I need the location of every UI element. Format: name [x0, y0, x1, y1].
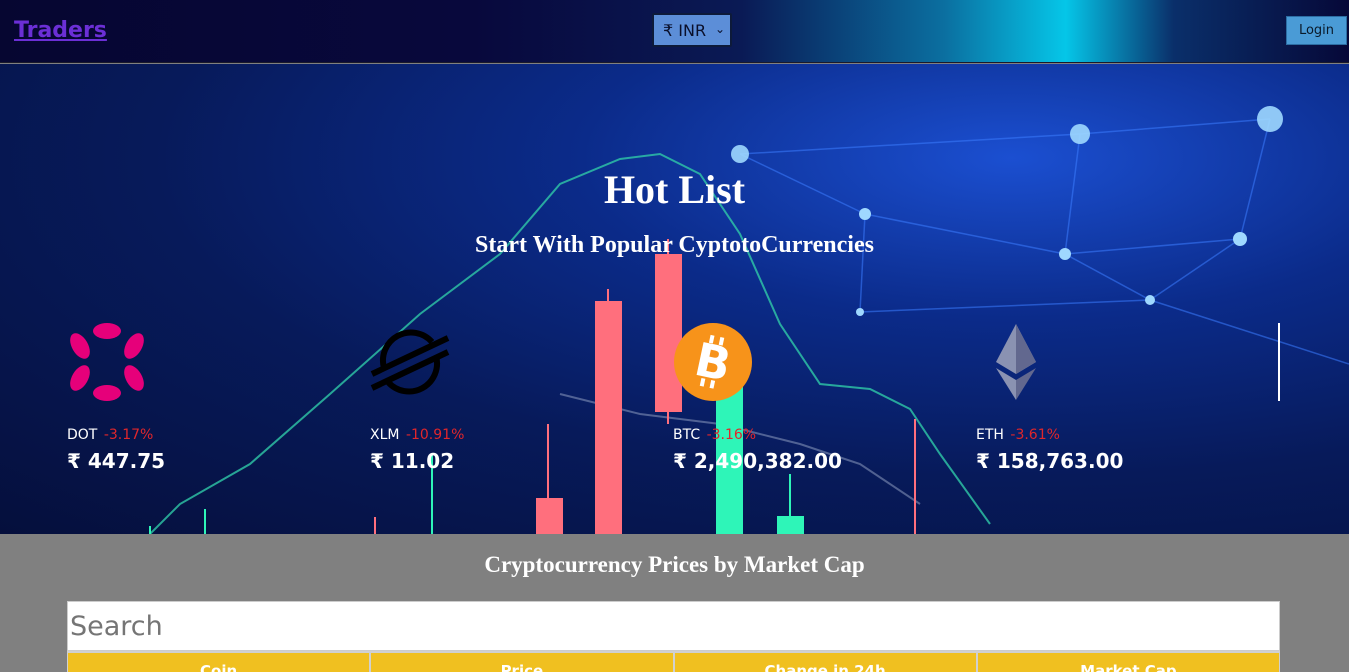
column-header-change[interactable]: Change in 24h [673, 651, 977, 672]
carousel-divider [1278, 323, 1280, 401]
hero-banner: Hot List Start With Popular CyptotoCurre… [0, 64, 1349, 534]
coin-change: -3.17% [103, 427, 154, 443]
bitcoin-icon: B [674, 323, 752, 401]
polkadot-icon [70, 323, 144, 401]
coin-symbol-line: ETH -3.61% [976, 427, 1256, 443]
column-header-price[interactable]: Price [370, 651, 674, 672]
coin-symbol-line: XLM -10.91% [370, 427, 650, 443]
chevron-down-icon: ⌄ [714, 22, 725, 36]
login-button[interactable]: Login [1286, 16, 1347, 45]
column-header-market-cap[interactable]: Market Cap [976, 651, 1280, 672]
currency-select-value: ₹ INR [663, 20, 707, 40]
market-section-title: Cryptocurrency Prices by Market Cap [484, 552, 865, 577]
coin-price: ₹ 158,763.00 [976, 449, 1124, 473]
coin-price: ₹ 11.02 [370, 449, 455, 473]
table-header-row: Coin Price Change in 24h Market Cap [67, 651, 1280, 672]
currency-select[interactable]: ₹ INR ⌄ [652, 13, 732, 47]
coin-change: -3.61% [1010, 427, 1060, 443]
coin-price: ₹ 2,490,382.00 [673, 449, 842, 473]
coin-symbol-line: BTC -3.16% [673, 427, 953, 443]
brand-link[interactable]: Traders [14, 18, 107, 43]
coin-symbol: XLM [370, 427, 400, 443]
coin-symbol: ETH [976, 427, 1004, 443]
hero-subtitle: Start With Popular CyptotoCurrencies [475, 232, 874, 258]
coin-change: -3.16% [706, 427, 757, 443]
coin-card-xlm[interactable]: XLM -10.91% ₹ 11.02 [370, 322, 650, 473]
coin-symbol: BTC [673, 427, 701, 443]
coin-change: -10.91% [405, 427, 465, 443]
stellar-icon [370, 329, 450, 395]
coin-price: ₹ 447.75 [67, 449, 166, 473]
coin-card-dot[interactable]: DOT -3.17% ₹ 447.75 [67, 322, 347, 473]
coin-symbol: DOT [67, 427, 98, 443]
search-input[interactable] [67, 601, 1280, 651]
coin-card-btc[interactable]: B BTC -3.16% ₹ 2,490,382.00 [673, 322, 953, 473]
coin-card-eth[interactable]: ETH -3.61% ₹ 158,763.00 [976, 322, 1256, 473]
ethereum-icon [996, 324, 1036, 400]
hero-title: Hot List [603, 167, 746, 212]
coin-symbol-line: DOT -3.17% [67, 427, 347, 443]
navbar: Traders ₹ INR ⌄ Login [0, 0, 1349, 63]
column-header-coin[interactable]: Coin [67, 651, 371, 672]
